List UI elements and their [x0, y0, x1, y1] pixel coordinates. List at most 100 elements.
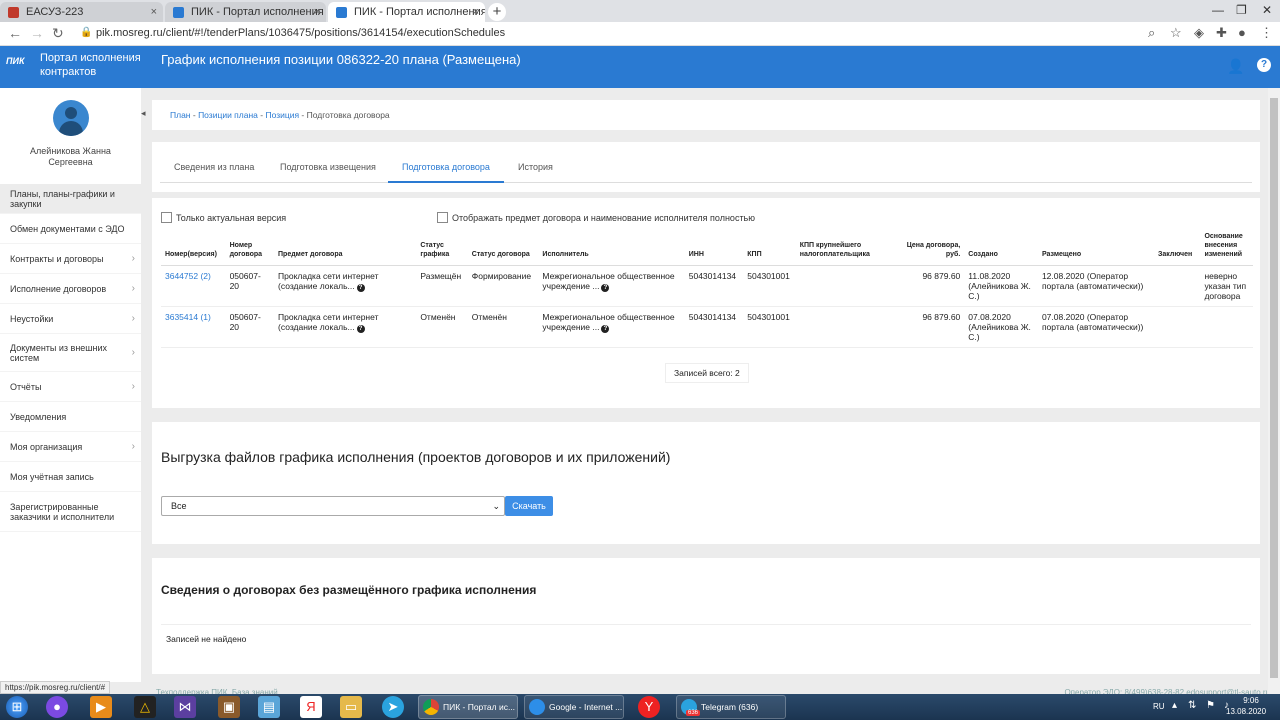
- tab-contract-prep[interactable]: Подготовка договора: [388, 153, 504, 183]
- sidebar-collapse-icon[interactable]: ◂: [141, 108, 146, 119]
- col-created[interactable]: Создано: [964, 230, 1038, 266]
- yandex-browser-icon[interactable]: Я: [300, 696, 322, 718]
- sidebar-item-contracts[interactable]: Контракты и договоры ›: [0, 244, 141, 274]
- puzzle-icon[interactable]: ✚: [1216, 25, 1227, 41]
- profile-icon[interactable]: ●: [1238, 25, 1246, 40]
- portal-name[interactable]: Портал исполнения контрактов: [40, 51, 141, 79]
- col-contract-no[interactable]: Номер договора: [225, 230, 275, 266]
- download-button[interactable]: Скачать: [505, 496, 553, 516]
- sidebar-item-registered[interactable]: Зарегистрированные заказчики и исполните…: [0, 492, 141, 532]
- avatar: [53, 100, 89, 136]
- bookmark-star-icon[interactable]: ☆: [1170, 25, 1182, 41]
- info-icon[interactable]: ?: [601, 325, 610, 333]
- cell-number: 3635414 (1): [161, 306, 226, 348]
- sidebar-item-external-docs[interactable]: Документы из внешних систем ›: [0, 334, 141, 372]
- menu-dots-icon[interactable]: ⋮: [1260, 25, 1273, 41]
- sidebar-item-reports[interactable]: Отчёты ›: [0, 372, 141, 402]
- start-button-icon[interactable]: ⊞: [6, 696, 28, 718]
- reload-icon[interactable]: ↻: [52, 25, 64, 42]
- language-indicator[interactable]: RU: [1153, 702, 1165, 711]
- network-icon[interactable]: ⇅: [1188, 700, 1196, 711]
- browser-tab-pik-active[interactable]: ПИК - Портал исполнения конт ×: [328, 2, 485, 22]
- col-kpp-large[interactable]: КПП крупнейшего налогоплательщика: [795, 230, 889, 266]
- breadcrumb-separator: -: [299, 110, 307, 120]
- archive-icon[interactable]: △: [134, 696, 156, 718]
- actual-only-checkbox[interactable]: Только актуальная версия: [161, 212, 286, 223]
- col-price[interactable]: Цена договора, руб.: [888, 230, 965, 266]
- notepad-icon[interactable]: ▤: [258, 696, 280, 718]
- sidebar-item-edo[interactable]: Обмен документами с ЭДО: [0, 214, 141, 244]
- maximize-icon[interactable]: ❐: [1236, 0, 1247, 20]
- sidebar-item-plans[interactable]: Планы, планы-графики и закупки: [0, 184, 141, 214]
- minimize-icon[interactable]: —: [1212, 0, 1224, 20]
- show-full-checkbox[interactable]: Отображать предмет договора и наименован…: [437, 212, 755, 223]
- file-type-select[interactable]: Все ⌄: [161, 496, 505, 516]
- page-scrollbar[interactable]: [1268, 88, 1280, 694]
- cell-contract-no: 050607-20: [225, 306, 275, 348]
- pik-logo[interactable]: ПИК: [6, 56, 34, 72]
- new-tab-button[interactable]: +: [488, 3, 506, 21]
- window-close-icon[interactable]: ✕: [1262, 0, 1272, 20]
- yandex-icon[interactable]: Y: [638, 696, 660, 718]
- user-icon[interactable]: 👤: [1227, 58, 1244, 75]
- forward-icon[interactable]: →: [30, 25, 44, 41]
- col-reason[interactable]: Основание внесения изменений: [1200, 230, 1253, 266]
- col-concluded[interactable]: Заключен: [1154, 230, 1201, 266]
- app-icon[interactable]: ▣: [218, 696, 240, 718]
- flag-icon[interactable]: ⚑: [1206, 700, 1215, 711]
- col-inn[interactable]: ИНН: [684, 230, 744, 266]
- telegram-icon[interactable]: ➤: [382, 696, 404, 718]
- col-executor[interactable]: Исполнитель: [538, 230, 685, 266]
- sidebar-item-my-account[interactable]: Моя учётная запись: [0, 462, 141, 492]
- zoom-icon[interactable]: ⌕: [1148, 25, 1155, 41]
- browser-tab-easuz[interactable]: ЕАСУЗ-223 ×: [0, 2, 163, 22]
- col-kpp[interactable]: КПП: [743, 230, 796, 266]
- close-icon[interactable]: ×: [473, 2, 479, 22]
- alice-icon[interactable]: ●: [46, 696, 68, 718]
- sidebar-item-notifications[interactable]: Уведомления: [0, 402, 141, 432]
- col-contract-status[interactable]: Статус договора: [467, 230, 539, 266]
- sidebar-item-my-org[interactable]: Моя организация ›: [0, 432, 141, 462]
- tab-plan-info[interactable]: Сведения из плана: [160, 153, 268, 183]
- tab-notice-prep[interactable]: Подготовка извещения: [266, 153, 390, 183]
- contract-link[interactable]: 3635414 (1): [165, 312, 211, 322]
- breadcrumb-positions[interactable]: Позиции плана: [198, 110, 258, 120]
- info-icon[interactable]: ?: [601, 284, 610, 292]
- back-icon[interactable]: ←: [8, 25, 22, 41]
- sidebar-item-penalties[interactable]: Неустойки ›: [0, 304, 141, 334]
- taskbar-ie-task[interactable]: Google - Internet ...: [524, 695, 624, 719]
- help-icon[interactable]: ?: [1257, 58, 1271, 72]
- clock-date[interactable]: 13.08.2020: [1226, 707, 1266, 716]
- cell-schedule-status: Размещён: [416, 265, 468, 307]
- info-icon[interactable]: ?: [356, 325, 365, 333]
- media-player-icon[interactable]: ▶: [90, 696, 112, 718]
- col-placed[interactable]: Размещено: [1037, 230, 1155, 266]
- folder-icon[interactable]: ▭: [340, 696, 362, 718]
- checkbox-box[interactable]: [437, 212, 448, 223]
- info-icon[interactable]: ?: [356, 284, 365, 292]
- col-subject[interactable]: Предмет договора: [274, 230, 417, 266]
- scrollbar-thumb[interactable]: [1270, 98, 1278, 678]
- breadcrumb-plan[interactable]: План: [170, 110, 191, 120]
- col-number[interactable]: Номер(версия): [161, 230, 226, 266]
- cell-placed: 07.08.2020 (Оператор портала (автоматиче…: [1037, 306, 1155, 348]
- clock-time[interactable]: 9:06: [1238, 696, 1264, 705]
- close-icon[interactable]: ×: [314, 2, 320, 22]
- sidebar-item-label: Моя организация: [10, 441, 83, 452]
- contract-link[interactable]: 3644752 (2): [165, 271, 211, 281]
- tab-history[interactable]: История: [504, 153, 567, 183]
- browser-tab-pik-1[interactable]: ПИК - Портал исполнения конт ×: [165, 2, 326, 22]
- close-icon[interactable]: ×: [151, 2, 157, 22]
- tray-arrow-icon[interactable]: ▴: [1172, 700, 1177, 711]
- checkbox-box[interactable]: [161, 212, 172, 223]
- visual-studio-icon[interactable]: ⋈: [174, 696, 196, 718]
- sidebar-item-execution[interactable]: Исполнение договоров ›: [0, 274, 141, 304]
- breadcrumb-position[interactable]: Позиция: [265, 110, 299, 120]
- extension-icon[interactable]: ◈: [1194, 25, 1204, 41]
- user-name: Алейникова Жанна Сергеевна: [0, 146, 141, 168]
- chevron-right-icon: ›: [131, 283, 135, 294]
- col-schedule-status[interactable]: Статус графика: [416, 230, 468, 266]
- taskbar-chrome-task[interactable]: ПИК - Портал ис...: [418, 695, 518, 719]
- url-field[interactable]: pik.mosreg.ru/client/#!/tenderPlans/1036…: [96, 27, 505, 39]
- breadcrumb-current: Подготовка договора: [306, 110, 390, 120]
